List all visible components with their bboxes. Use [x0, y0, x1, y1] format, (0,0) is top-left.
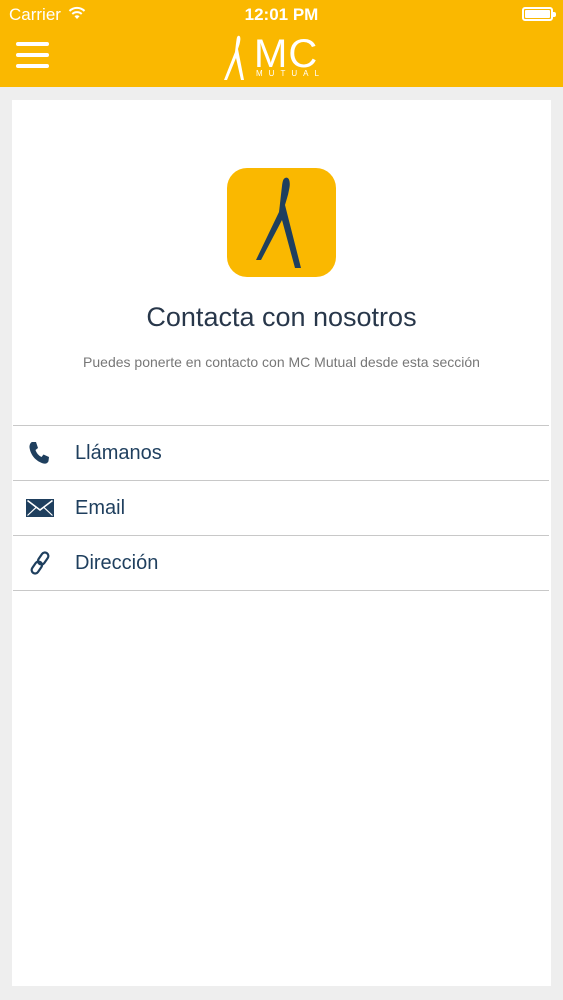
contact-item-label: Email: [75, 497, 126, 519]
link-icon: [30, 551, 50, 575]
battery-icon: [522, 7, 556, 21]
menu-button[interactable]: [16, 42, 49, 68]
contact-card: Contacta con nosotros Puedes ponerte en …: [12, 100, 551, 986]
hamburger-menu-icon-bar: [16, 64, 49, 68]
walking-figure-icon: [224, 35, 244, 80]
page-title: Contacta con nosotros: [146, 302, 417, 332]
contact-item-address[interactable]: Dirección: [13, 536, 549, 591]
contact-item-label: Llámanos: [75, 442, 162, 464]
clock: 12:01 PM: [244, 5, 319, 24]
walking-figure-icon: [256, 177, 301, 268]
hamburger-menu-icon-bar: [16, 42, 49, 46]
logo-subtext: MUTUAL: [256, 69, 325, 78]
envelope-icon: [26, 499, 54, 517]
hamburger-menu-icon-bar: [16, 53, 49, 57]
app-icon: [227, 168, 336, 277]
contact-item-label: Dirección: [75, 552, 159, 574]
phone-icon: [29, 442, 49, 464]
contact-item-call[interactable]: Llámanos: [13, 426, 549, 481]
page-subtitle: Puedes ponerte en contacto con MC Mutual…: [83, 354, 480, 370]
mc-mutual-logo: MC MUTUAL: [222, 32, 332, 82]
contact-item-email[interactable]: Email: [13, 481, 549, 536]
contact-list: Llámanos Email Dirección: [13, 425, 549, 591]
status-bar: Carrier 12:01 PM: [0, 0, 563, 30]
app-header: Carrier 12:01 PM MC MUTUAL: [0, 0, 563, 87]
